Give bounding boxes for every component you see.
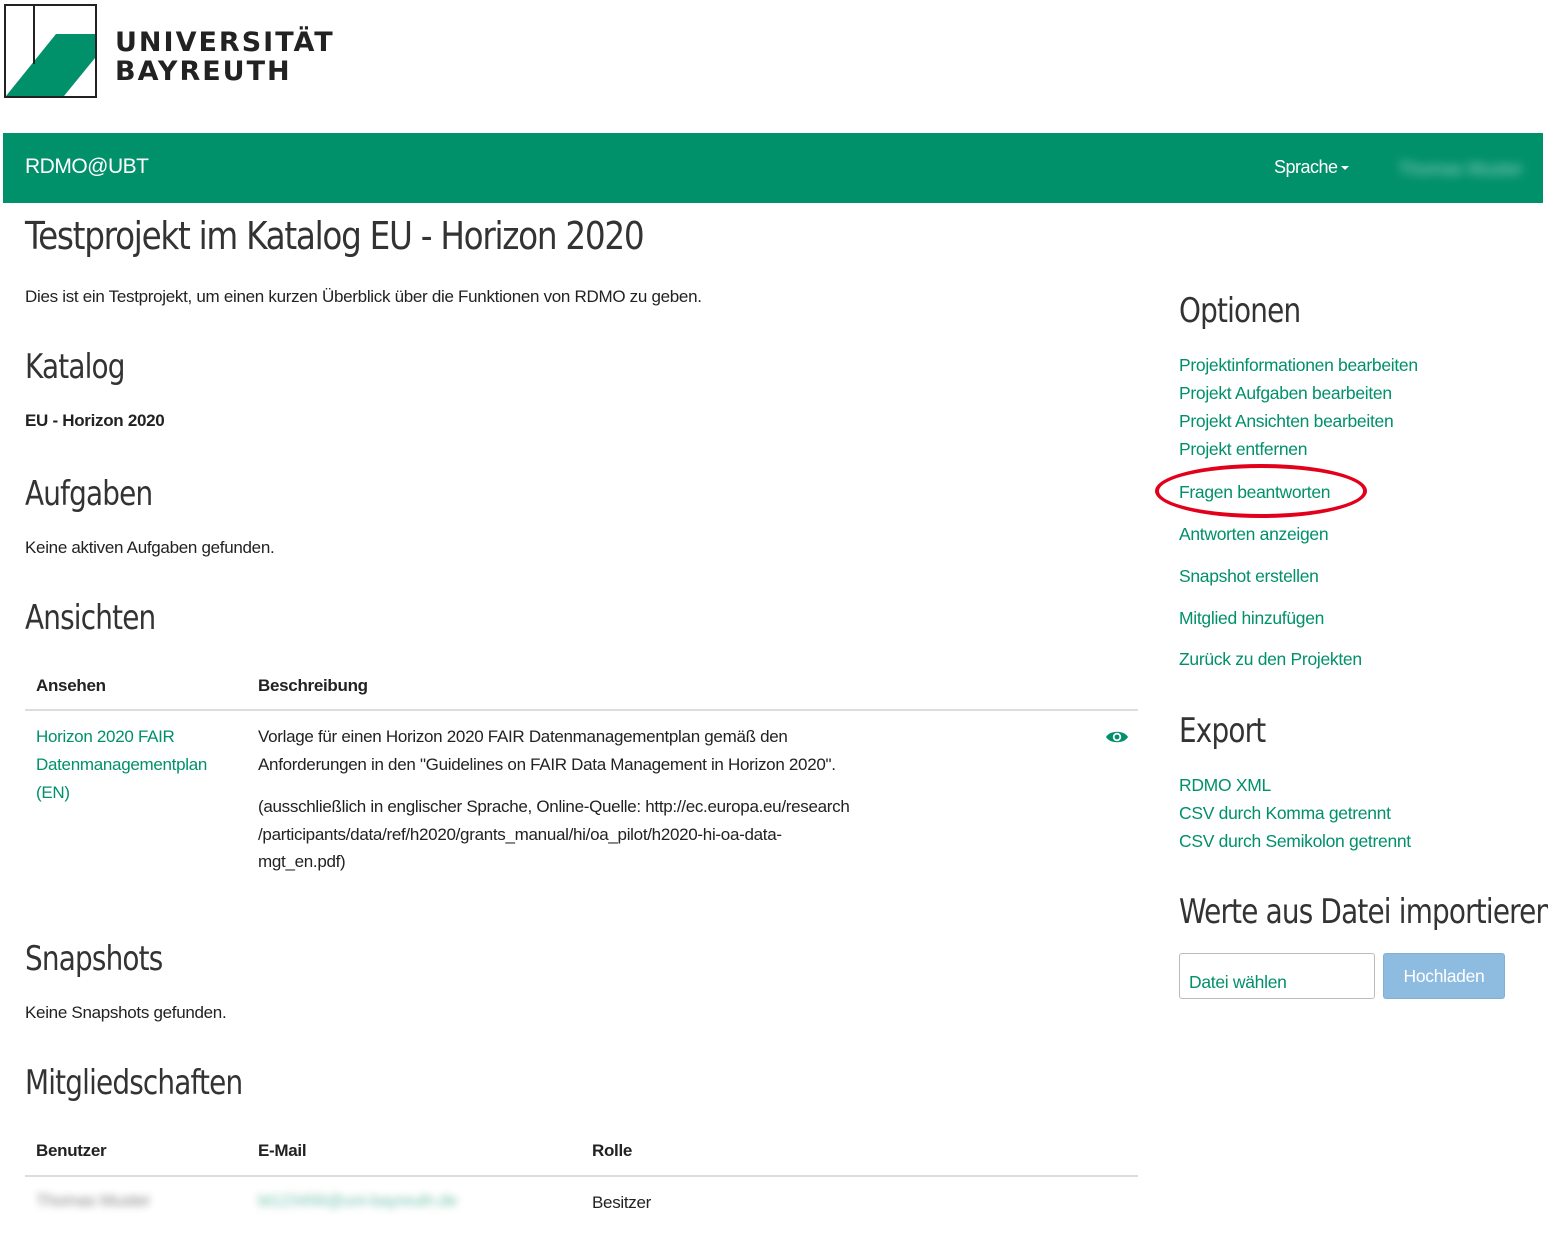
view-description-line-2: Anforderungen in den "Guidelines on FAIR… bbox=[258, 755, 836, 774]
show-answers-link[interactable]: Antworten anzeigen bbox=[1179, 524, 1329, 545]
university-logo-text: UNIVERSITÄT BAYREUTH bbox=[115, 28, 335, 86]
back-to-projects-link[interactable]: Zurück zu den Projekten bbox=[1179, 649, 1362, 670]
memberships-col-user: Benutzer bbox=[36, 1141, 107, 1160]
member-email[interactable]: bt123456@uni-bayreuth.de bbox=[258, 1191, 457, 1211]
memberships-col-email: E-Mail bbox=[258, 1141, 307, 1160]
member-role: Besitzer bbox=[592, 1193, 652, 1212]
options-heading: Optionen bbox=[1179, 291, 1301, 331]
upload-button[interactable]: Hochladen bbox=[1383, 953, 1505, 999]
view-link-line-1[interactable]: Horizon 2020 FAIR bbox=[36, 727, 175, 747]
export-csv-comma-link[interactable]: CSV durch Komma getrennt bbox=[1179, 803, 1391, 824]
project-description: Dies ist ein Testprojekt, um einen kurze… bbox=[25, 287, 702, 306]
edit-project-info-link[interactable]: Projektinformationen bearbeiten bbox=[1179, 355, 1418, 376]
export-csv-semicolon-link[interactable]: CSV durch Semikolon getrennt bbox=[1179, 831, 1411, 852]
choose-file-button[interactable]: Datei wählen bbox=[1179, 953, 1375, 999]
snapshots-empty-message: Keine Snapshots gefunden. bbox=[25, 1003, 227, 1022]
views-heading: Ansichten bbox=[25, 598, 156, 638]
view-link-line-2[interactable]: Datenmanagementplan bbox=[36, 755, 207, 775]
view-link-line-3[interactable]: (EN) bbox=[36, 783, 70, 803]
edit-project-tasks-link[interactable]: Projekt Aufgaben bearbeiten bbox=[1179, 383, 1392, 404]
caret-down-icon bbox=[1340, 166, 1349, 171]
create-snapshot-link[interactable]: Snapshot erstellen bbox=[1179, 566, 1319, 587]
tasks-empty-message: Keine aktiven Aufgaben gefunden. bbox=[25, 538, 275, 557]
catalog-heading: Katalog bbox=[25, 347, 125, 387]
edit-project-views-link[interactable]: Projekt Ansichten bearbeiten bbox=[1179, 411, 1394, 432]
catalog-value: EU - Horizon 2020 bbox=[25, 411, 165, 430]
navbar-brand[interactable]: RDMO@UBT bbox=[25, 155, 149, 179]
language-label: Sprache bbox=[1274, 157, 1338, 177]
tasks-heading: Aufgaben bbox=[25, 474, 153, 514]
logo-line-1: UNIVERSITÄT bbox=[115, 27, 335, 58]
import-heading: Werte aus Datei importieren bbox=[1179, 892, 1548, 932]
language-dropdown[interactable]: Sprache bbox=[1274, 157, 1349, 178]
view-note-line-1: (ausschließlich in englischer Sprache, O… bbox=[258, 797, 850, 816]
view-note-line-3: mgt_en.pdf) bbox=[258, 852, 346, 871]
top-navbar: RDMO@UBT Sprache Thomas Muster bbox=[3, 133, 1543, 203]
user-menu[interactable]: Thomas Muster bbox=[1398, 159, 1523, 180]
memberships-heading: Mitgliedschaften bbox=[25, 1063, 243, 1103]
logo-line-2: BAYREUTH bbox=[115, 56, 292, 87]
snapshots-heading: Snapshots bbox=[25, 939, 163, 979]
university-logo-mark bbox=[4, 4, 97, 98]
export-rdmo-xml-link[interactable]: RDMO XML bbox=[1179, 775, 1271, 796]
member-user: Thomas Muster bbox=[36, 1191, 151, 1210]
memberships-col-role: Rolle bbox=[592, 1141, 633, 1160]
highlight-circle bbox=[1155, 464, 1367, 518]
logo-shape-icon bbox=[6, 6, 95, 96]
export-heading: Export bbox=[1179, 711, 1266, 751]
page-title: Testprojekt im Katalog EU - Horizon 2020 bbox=[25, 214, 645, 258]
delete-project-link[interactable]: Projekt entfernen bbox=[1179, 439, 1307, 460]
memberships-header-divider bbox=[25, 1175, 1138, 1177]
views-header-divider bbox=[25, 709, 1138, 711]
views-col-view: Ansehen bbox=[36, 676, 106, 695]
views-col-description: Beschreibung bbox=[258, 676, 368, 695]
view-note-line-2: /participants/data/ref/h2020/grants_manu… bbox=[258, 825, 782, 844]
add-member-link[interactable]: Mitglied hinzufügen bbox=[1179, 608, 1324, 629]
eye-icon[interactable] bbox=[1105, 728, 1129, 746]
view-description-line-1: Vorlage für einen Horizon 2020 FAIR Date… bbox=[258, 727, 788, 746]
